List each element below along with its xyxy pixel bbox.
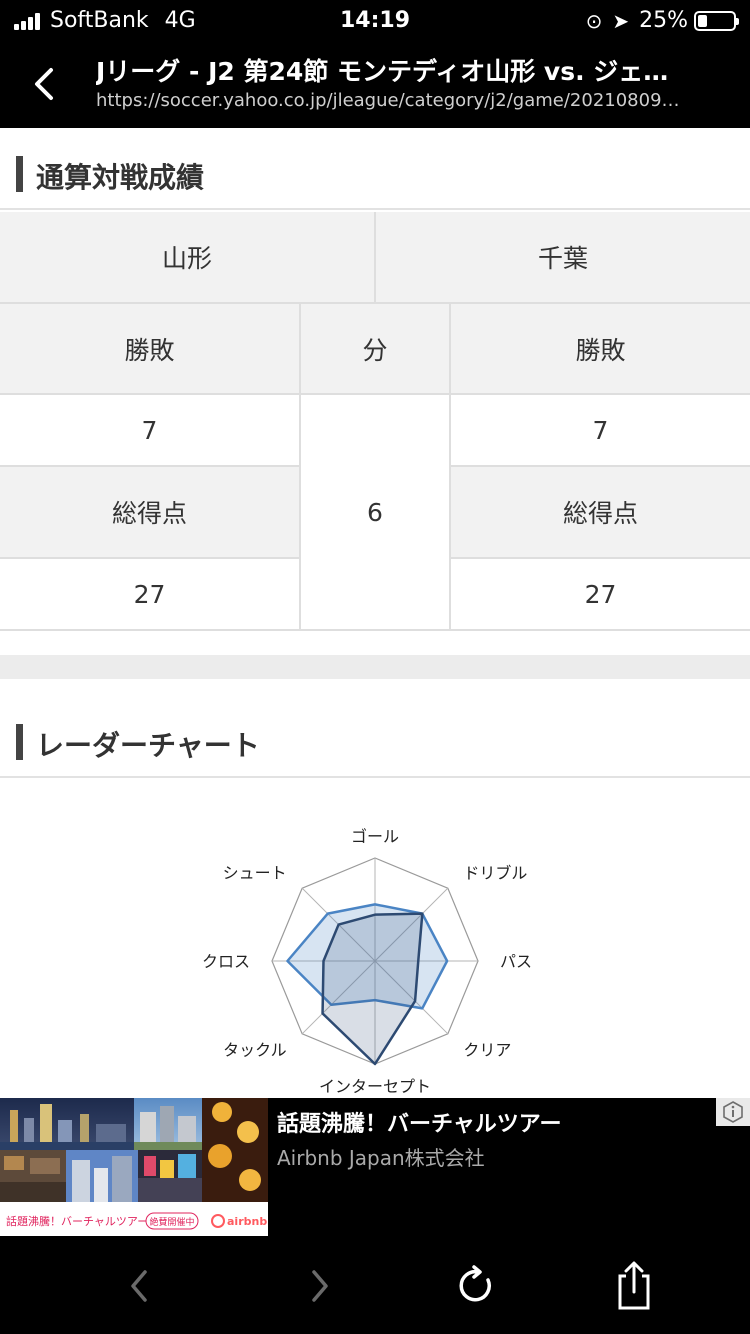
divider <box>451 465 750 467</box>
battery-icon <box>694 10 739 31</box>
radar-chart: ゴールドリブルパスクリアインターセプト タックル クロス シュート <box>202 827 532 1096</box>
away-goals: 27 <box>584 579 617 609</box>
radar-axis-label: シュート <box>223 864 287 883</box>
section-title-radar: レーダーチャート <box>36 729 260 762</box>
radar-axis-label: ゴール <box>351 827 399 846</box>
radar-axis-label: クロス <box>202 952 250 971</box>
page-url[interactable]: https://soccer.yahoo.co.jp/jleague/categ… <box>96 90 716 111</box>
nav-forward-button[interactable] <box>296 1262 344 1310</box>
chevron-left-icon <box>35 68 53 100</box>
ad-image[interactable]: 話題沸騰！バーチャルツアー 絶賛開催中 airbnb <box>0 1098 268 1236</box>
nav-back-button[interactable] <box>115 1262 163 1310</box>
away-goals-label: 総得点 <box>451 467 750 557</box>
divider <box>0 302 750 304</box>
divider <box>0 629 750 631</box>
section-header-record: 通算対戦成績 <box>0 128 750 210</box>
reload-button[interactable] <box>452 1262 500 1310</box>
divider <box>0 465 299 467</box>
section-header-radar: レーダーチャート <box>0 696 750 778</box>
home-win-loss-label: 勝敗 <box>0 304 299 393</box>
ad-advertiser: Airbnb Japan株式会社 <box>277 1146 485 1170</box>
home-goals: 27 <box>133 579 166 609</box>
radar-axis-label: パス <box>500 952 532 971</box>
browser-header: Jリーグ - J2 第24節 モンテディオ山形 vs. ジェ… https://… <box>0 42 750 128</box>
draws-count: 6 <box>367 497 383 527</box>
ad-photo-collage: 話題沸騰！バーチャルツアー 絶賛開催中 airbnb <box>0 1098 268 1236</box>
away-wins: 7 <box>592 415 609 445</box>
home-team-name: 山形 <box>0 212 374 302</box>
radar-axis-label: ドリブル <box>463 864 527 883</box>
page-title: Jリーグ - J2 第24節 モンテディオ山形 vs. ジェ… <box>96 57 669 86</box>
away-team-name: 千葉 <box>376 212 750 302</box>
location-icon: ➤ <box>612 8 630 33</box>
divider <box>451 557 750 559</box>
chevron-right-icon <box>312 1270 328 1302</box>
ad-image-badge: 絶賛開催中 <box>149 1216 194 1228</box>
ad-image-brand: airbnb <box>227 1215 267 1228</box>
share-button[interactable] <box>610 1261 658 1310</box>
home-goals-label: 総得点 <box>0 467 299 557</box>
divider <box>0 393 750 395</box>
home-wins: 7 <box>141 415 158 445</box>
chevron-left-icon <box>131 1270 147 1302</box>
rotation-lock-icon: ⊙ <box>585 8 603 33</box>
ad-image-caption: 話題沸騰！バーチャルツアー <box>6 1214 148 1228</box>
browser-toolbar <box>0 1238 750 1334</box>
ad-info-button[interactable] <box>716 1098 750 1126</box>
ad-title[interactable]: 話題沸騰！バーチャルツアー <box>277 1106 561 1138</box>
page-content: 通算対戦成績 山形 千葉 勝敗 分 勝敗 7 6 7 総得点 総得点 27 27… <box>0 128 750 1098</box>
radar-axis-label: インターセプト <box>319 1077 431 1096</box>
back-button[interactable] <box>24 60 64 108</box>
section-marker <box>16 724 23 760</box>
reload-icon <box>459 1265 491 1302</box>
radar-series-2 <box>321 912 424 1066</box>
draw-label: 分 <box>301 304 449 393</box>
divider <box>374 212 376 302</box>
section-separator <box>0 655 750 679</box>
battery-fill <box>698 14 707 27</box>
info-icon <box>723 1101 743 1123</box>
divider <box>299 304 301 629</box>
status-bar: SoftBank 4G 14:19 ⊙ ➤ 25% <box>0 0 750 42</box>
share-icon <box>618 1261 650 1310</box>
radar-axis-label: クリア <box>463 1040 511 1059</box>
away-win-loss-label: 勝敗 <box>451 304 750 393</box>
section-marker <box>16 156 23 192</box>
ad-banner[interactable]: 話題沸騰！バーチャルツアー 絶賛開催中 airbnb 話題沸騰！バーチャルツアー… <box>0 1098 750 1238</box>
divider <box>0 557 299 559</box>
battery-percent: 25% <box>639 8 688 33</box>
radar-axis-label: タックル <box>223 1040 287 1059</box>
section-title-record: 通算対戦成績 <box>36 161 205 194</box>
